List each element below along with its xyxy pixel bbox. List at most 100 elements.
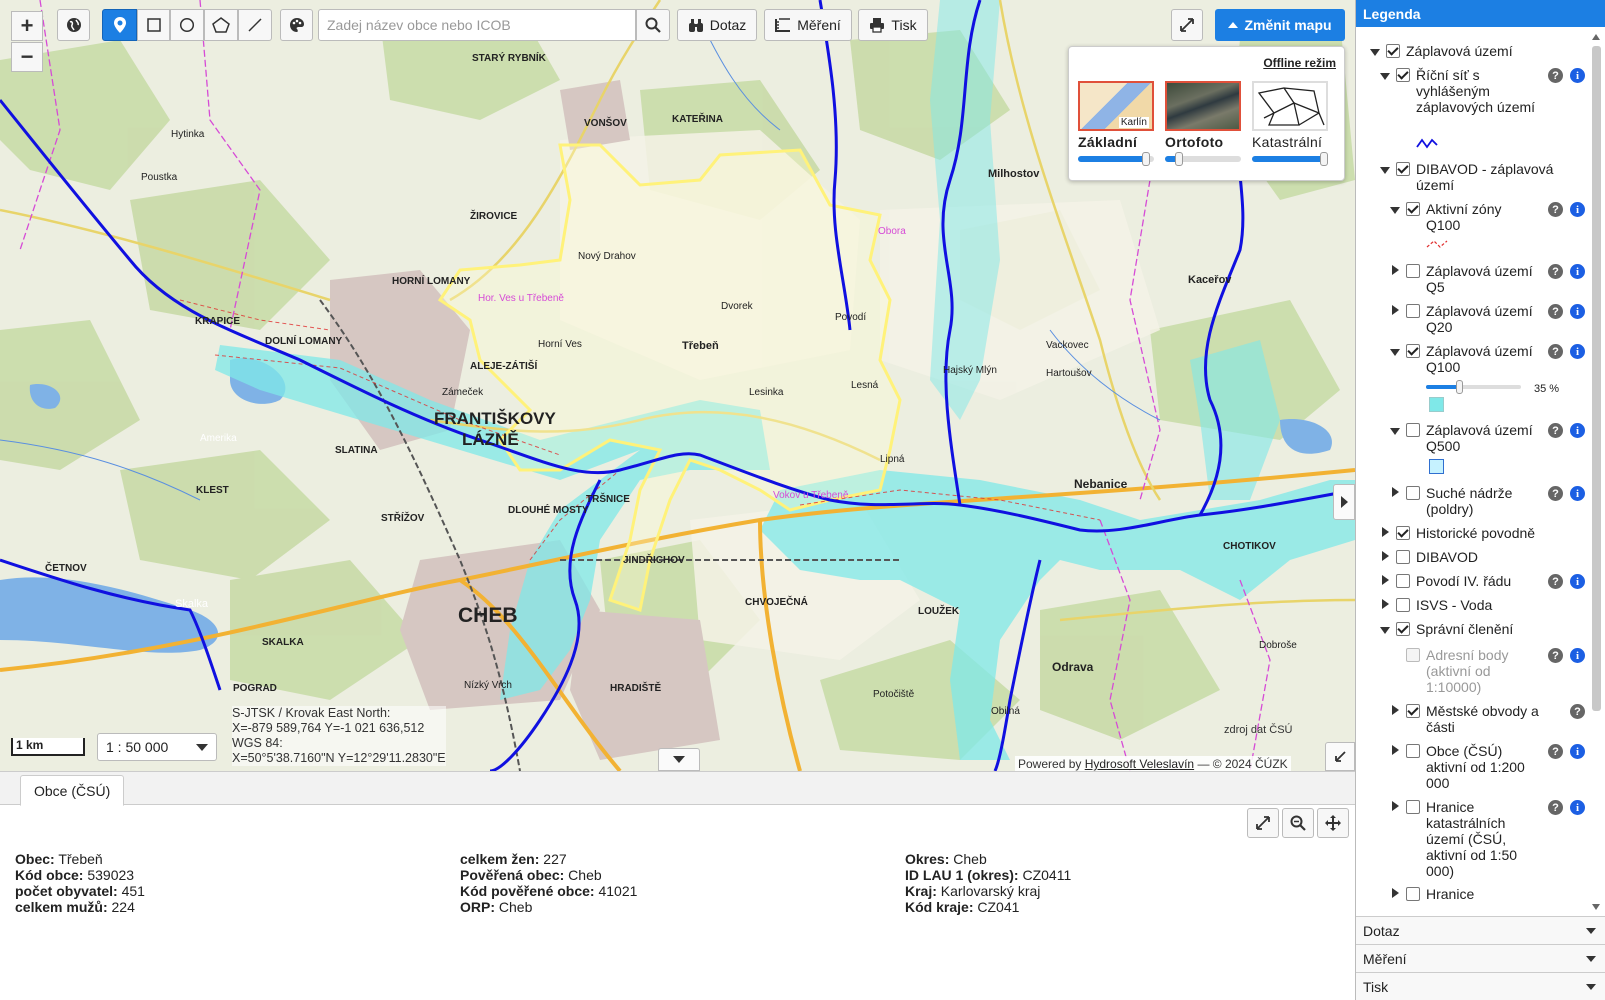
expand-icon[interactable] [1392, 305, 1399, 315]
help-icon[interactable]: ? [1548, 202, 1563, 217]
expand-icon[interactable] [1392, 745, 1399, 755]
help-icon[interactable]: ? [1548, 304, 1563, 319]
basemap-ortho[interactable]: Ortofoto [1165, 81, 1241, 166]
accordion-print[interactable]: Tisk [1356, 972, 1605, 1000]
slider-knob[interactable] [1456, 380, 1464, 394]
point-tool-button[interactable] [102, 9, 137, 41]
info-icon[interactable]: i [1570, 486, 1585, 501]
help-icon[interactable]: ? [1548, 344, 1563, 359]
layer-checkbox[interactable] [1406, 744, 1420, 758]
layer-checkbox[interactable] [1396, 526, 1410, 540]
collapse-icon[interactable] [1390, 428, 1400, 435]
layer-checkbox[interactable] [1386, 44, 1400, 58]
expand-icon[interactable] [1392, 265, 1399, 275]
basemap-cadastral-opacity-slider[interactable] [1252, 152, 1328, 166]
layer-checkbox[interactable] [1406, 704, 1420, 718]
attribution-link[interactable]: Hydrosoft Veleslavín [1085, 757, 1194, 771]
help-icon[interactable]: ? [1548, 800, 1563, 815]
accordion-query[interactable]: Dotaz [1356, 916, 1605, 944]
scale-select[interactable]: 1 : 50 000 [97, 733, 217, 761]
help-icon[interactable]: ? [1548, 744, 1563, 759]
info-icon[interactable]: i [1570, 304, 1585, 319]
scrollbar-thumb[interactable] [1592, 46, 1601, 711]
scroll-up-icon[interactable] [1592, 34, 1600, 40]
layer-checkbox[interactable] [1396, 68, 1410, 82]
expand-panel-button[interactable] [1247, 808, 1279, 838]
help-icon[interactable]: ? [1548, 574, 1563, 589]
map-canvas[interactable]: FRANTIŠKOVY LÁZNĚ CHEB HORNÍ LOMANY Třeb… [0, 0, 1355, 771]
globe-button[interactable] [57, 9, 90, 41]
info-icon[interactable]: i [1570, 744, 1585, 759]
basemap-cadastral[interactable]: Katastrální [1252, 81, 1328, 166]
layer-checkbox[interactable] [1396, 622, 1410, 636]
change-map-button[interactable]: Změnit mapu [1215, 9, 1345, 41]
help-icon[interactable]: ? [1548, 68, 1563, 83]
collapse-icon[interactable] [1390, 349, 1400, 356]
expand-icon[interactable] [1382, 527, 1389, 537]
layer-checkbox[interactable] [1406, 344, 1420, 358]
expand-icon[interactable] [1392, 705, 1399, 715]
tab-obce[interactable]: Obce (ČSÚ) [20, 775, 125, 806]
polygon-tool-button[interactable] [204, 9, 238, 41]
pan-to-feature-button[interactable] [1317, 808, 1349, 838]
layer-checkbox[interactable] [1406, 264, 1420, 278]
layer-checkbox[interactable] [1396, 598, 1410, 612]
help-icon[interactable]: ? [1570, 704, 1585, 719]
collapse-icon[interactable] [1380, 167, 1390, 174]
layer-style-button[interactable] [280, 9, 313, 41]
collapse-icon[interactable] [1390, 207, 1400, 214]
expand-bottom-panel-button[interactable] [658, 748, 700, 771]
basemap-basic-opacity-slider[interactable] [1078, 152, 1154, 166]
info-icon[interactable]: i [1570, 800, 1585, 815]
fullscreen-button[interactable] [1171, 9, 1203, 41]
info-icon[interactable]: i [1570, 264, 1585, 279]
layer-checkbox[interactable] [1406, 202, 1420, 216]
zoom-out-button[interactable]: − [11, 42, 43, 72]
offline-mode-link[interactable]: Offline režim [1263, 56, 1336, 70]
layer-checkbox[interactable] [1406, 800, 1420, 814]
help-icon[interactable]: ? [1548, 486, 1563, 501]
expand-icon[interactable] [1392, 487, 1399, 497]
zoom-to-feature-button[interactable] [1282, 808, 1314, 838]
basemap-cadastral-thumbnail[interactable] [1252, 81, 1328, 131]
print-button[interactable]: Tisk [858, 9, 928, 41]
legend-scrollbar[interactable] [1590, 32, 1603, 912]
expand-icon[interactable] [1382, 599, 1389, 609]
collapse-icon[interactable] [1370, 49, 1380, 56]
layer-checkbox[interactable] [1396, 574, 1410, 588]
info-icon[interactable]: i [1570, 344, 1585, 359]
search-button[interactable] [636, 9, 670, 41]
layer-checkbox[interactable] [1406, 887, 1420, 901]
layer-checkbox[interactable] [1396, 550, 1410, 564]
query-button[interactable]: Dotaz [677, 9, 757, 41]
line-tool-button[interactable] [238, 9, 272, 41]
expand-icon[interactable] [1392, 888, 1399, 898]
expand-icon[interactable] [1382, 575, 1389, 585]
circle-tool-button[interactable] [170, 9, 204, 41]
expand-right-panel-button[interactable] [1333, 484, 1355, 520]
collapse-icon[interactable] [1380, 627, 1390, 634]
expand-icon[interactable] [1382, 551, 1389, 561]
layer-checkbox[interactable] [1406, 304, 1420, 318]
expand-icon[interactable] [1392, 801, 1399, 811]
collapse-corner-button[interactable] [1325, 742, 1355, 771]
slider-knob[interactable] [1320, 152, 1328, 166]
slider-knob[interactable] [1175, 152, 1184, 166]
basemap-ortho-thumbnail[interactable] [1165, 81, 1241, 131]
layer-checkbox[interactable] [1396, 162, 1410, 176]
search-input[interactable]: Zadej název obce nebo ICOB [318, 9, 636, 41]
help-icon[interactable]: ? [1548, 648, 1563, 663]
measure-button[interactable]: Měření [764, 9, 852, 41]
zoom-in-button[interactable]: + [11, 11, 43, 41]
rectangle-tool-button[interactable] [137, 9, 170, 41]
q100-opacity-slider[interactable] [1426, 380, 1521, 394]
basemap-basic[interactable]: Karlín Základní [1078, 81, 1154, 166]
info-icon[interactable]: i [1570, 648, 1585, 663]
accordion-measure[interactable]: Měření [1356, 944, 1605, 972]
scroll-down-icon[interactable] [1592, 904, 1600, 910]
help-icon[interactable]: ? [1548, 264, 1563, 279]
basemap-basic-thumbnail[interactable]: Karlín [1078, 81, 1154, 131]
basemap-ortho-opacity-slider[interactable] [1165, 152, 1241, 166]
info-icon[interactable]: i [1570, 423, 1585, 438]
layer-checkbox[interactable] [1406, 486, 1420, 500]
